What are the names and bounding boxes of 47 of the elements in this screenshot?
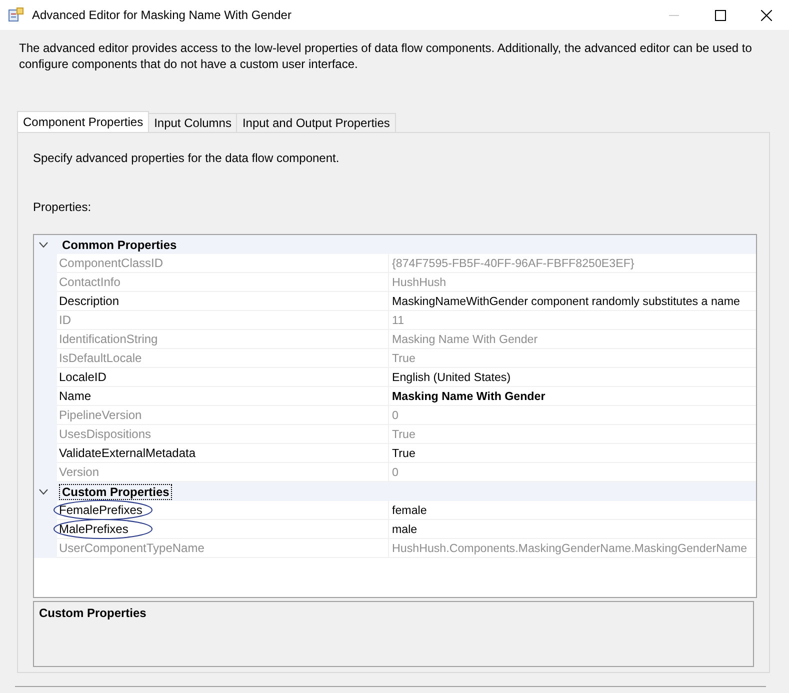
property-name[interactable]: IdentificationString xyxy=(57,330,389,349)
property-name[interactable]: ID xyxy=(57,311,389,330)
property-value[interactable]: MaskingNameWithGender component randomly substitutes a name xyxy=(389,292,756,311)
property-value[interactable]: True xyxy=(389,349,756,368)
property-name[interactable]: Name xyxy=(57,387,389,406)
properties-label: Properties: xyxy=(33,200,92,214)
app-icon xyxy=(8,7,24,23)
category-name: Custom Properties xyxy=(59,484,172,500)
property-value[interactable]: True xyxy=(389,444,756,463)
minimize-icon xyxy=(669,14,679,16)
maximize-icon xyxy=(714,10,726,20)
property-value[interactable]: Masking Name With Gender xyxy=(389,330,756,349)
category-name: Common Properties xyxy=(61,236,178,252)
property-value[interactable]: 0 xyxy=(389,406,756,425)
property-value[interactable]: female xyxy=(389,501,756,520)
tab[interactable]: Input Columns xyxy=(148,113,238,132)
property-name[interactable]: FemalePrefixes xyxy=(57,501,389,520)
category-row[interactable]: Common Properties xyxy=(34,235,756,254)
property-name[interactable]: UsesDispositions xyxy=(57,425,389,444)
property-name[interactable]: LocaleID xyxy=(57,368,389,387)
property-name[interactable]: ContactInfo xyxy=(57,273,389,292)
intro-text: The advanced editor provides access to the low-level properties of data flow components. Additionally, the advanced editor can be used to configure components that do not have a custom user interface. xyxy=(19,40,753,72)
property-value[interactable]: {874F7595-FB5F-40FF-96AF-FBFF8250E3EF} xyxy=(389,254,756,273)
property-name[interactable]: ComponentClassID xyxy=(57,254,389,273)
tab[interactable]: Component Properties xyxy=(17,111,150,132)
property-value[interactable]: HushHush xyxy=(389,273,756,292)
row-gutter xyxy=(34,539,57,558)
property-name[interactable]: ValidateExternalMetadata xyxy=(57,444,389,463)
property-value[interactable]: 11 xyxy=(389,311,756,330)
category-row[interactable]: Custom Properties xyxy=(34,482,756,501)
close-icon xyxy=(760,10,772,20)
property-name[interactable]: Description xyxy=(57,292,389,311)
property-value[interactable]: Masking Name With Gender xyxy=(389,387,756,406)
property-name[interactable]: UserComponentTypeName xyxy=(57,539,389,558)
chevron-down-icon[interactable] xyxy=(39,242,48,248)
hint-text: Specify advanced properties for the data flow component. xyxy=(33,151,340,165)
chevron-down-icon[interactable] xyxy=(39,488,48,494)
property-value[interactable]: HushHush.Components.MaskingGenderName.MaskingGenderName xyxy=(389,539,756,558)
window-title: Advanced Editor for Masking Name With Gender xyxy=(32,8,292,22)
property-value[interactable]: male xyxy=(389,520,756,539)
tab[interactable]: Input and Output Properties xyxy=(236,113,396,132)
property-name[interactable]: MalePrefixes xyxy=(57,520,389,539)
property-name[interactable]: PipelineVersion xyxy=(57,406,389,425)
description-title: Custom Properties xyxy=(39,606,148,620)
property-value[interactable]: English (United States) xyxy=(389,368,756,387)
property-name[interactable]: IsDefaultLocale xyxy=(57,349,389,368)
property-value[interactable]: True xyxy=(389,425,756,444)
